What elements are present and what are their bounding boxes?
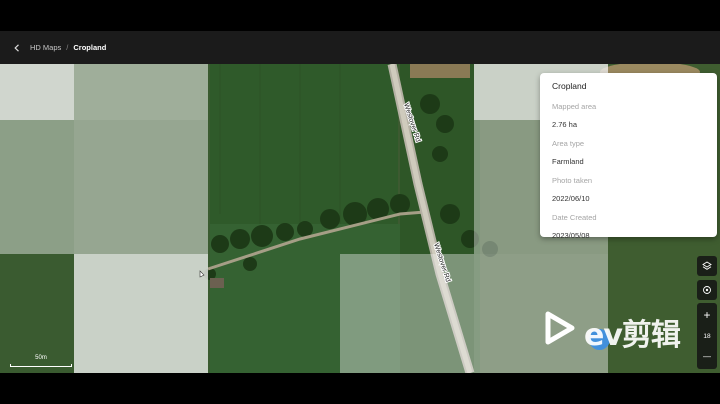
mapped-area-label: Mapped area bbox=[552, 102, 597, 111]
breadcrumb: HD Maps / Cropland bbox=[30, 43, 106, 52]
zoom-control: + 18 — bbox=[697, 303, 717, 369]
scale-label: 50m bbox=[35, 355, 47, 361]
date-created-label: Date Created bbox=[552, 213, 597, 222]
scale-line bbox=[10, 364, 72, 367]
watermark: ev剪辑 bbox=[540, 306, 690, 353]
mapped-area-value: 2.76 ha bbox=[552, 120, 578, 129]
scale-bar: 50m bbox=[10, 355, 72, 367]
back-button[interactable] bbox=[10, 41, 24, 55]
info-card: Cropland Mapped area 2.76 ha Area type F… bbox=[540, 73, 717, 240]
breadcrumb-hd-maps[interactable]: HD Maps bbox=[30, 43, 61, 52]
chevron-left-icon bbox=[14, 43, 19, 52]
play-logo-icon bbox=[545, 311, 575, 345]
date-created-value: 2023/05/08 bbox=[552, 231, 590, 240]
top-bar: HD Maps / Cropland bbox=[0, 31, 720, 64]
locate-button[interactable] bbox=[697, 280, 717, 300]
photo-taken-label: Photo taken bbox=[552, 176, 593, 185]
zoom-out-button[interactable]: — bbox=[697, 349, 717, 365]
letterbox-top bbox=[0, 0, 720, 31]
area-type-label: Area type bbox=[552, 139, 585, 148]
letterbox-bottom bbox=[0, 373, 720, 404]
hand-cursor-icon bbox=[199, 270, 205, 278]
watermark-text: ev剪辑 bbox=[584, 318, 681, 353]
layers-button[interactable] bbox=[697, 256, 717, 276]
zoom-level: 18 bbox=[703, 332, 711, 340]
breadcrumb-current: Cropland bbox=[73, 43, 107, 52]
zoom-in-button[interactable]: + bbox=[697, 307, 717, 323]
info-card-title: Cropland bbox=[552, 81, 587, 91]
area-type-value: Farmland bbox=[552, 157, 584, 166]
breadcrumb-separator: / bbox=[66, 43, 69, 52]
layers-icon bbox=[702, 261, 712, 270]
locate-icon bbox=[703, 286, 711, 294]
photo-taken-value: 2022/06/10 bbox=[552, 194, 590, 203]
